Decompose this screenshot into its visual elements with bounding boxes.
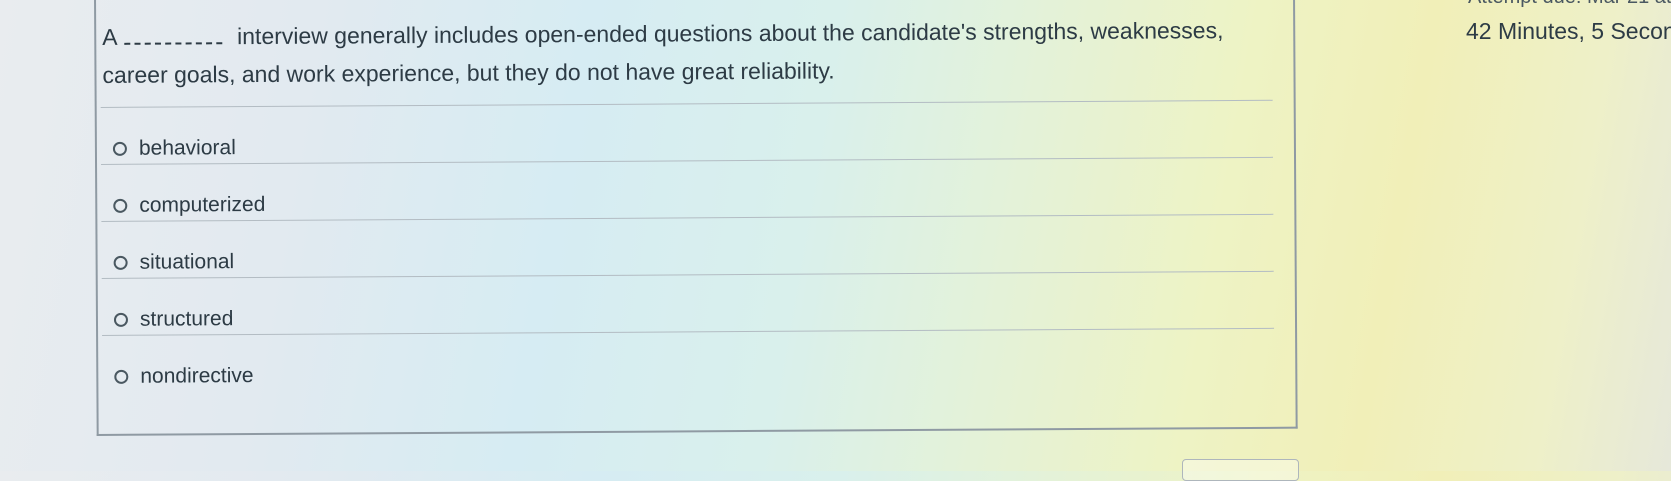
radio-button[interactable] [112,141,127,156]
radio-button[interactable] [113,312,129,327]
answer-label: behavioral [138,136,236,160]
answer-option-behavioral[interactable]: behavioral [112,133,236,164]
divider [101,213,1274,222]
fill-in-blank [124,24,223,45]
answer-label: computerized [139,192,266,217]
answer-option-computerized[interactable]: computerized [113,190,265,221]
answer-label: structured [139,307,234,331]
radio-button[interactable] [114,369,129,384]
answer-label: situational [139,250,235,274]
answer-option-nondirective[interactable]: nondirective [114,361,254,392]
answer-option-situational[interactable]: situational [113,247,235,278]
divider [102,327,1275,336]
quiz-timer: 42 Minutes, 5 Secon [1466,18,1671,44]
divider [100,99,1273,108]
question-card: A interview generally includes open-ende… [94,0,1298,436]
next-button[interactable] [1182,459,1299,481]
divider [101,156,1274,165]
question-body: interview generally includes open-ended … [102,17,1224,88]
radio-button[interactable] [113,255,128,270]
answer-label: nondirective [140,364,254,388]
radio-button[interactable] [113,198,128,213]
divider [101,270,1274,279]
question-prefix: A [102,23,117,50]
attempt-due-date: Attempt due: Mar 21 at 1 [1468,0,1671,9]
question-text: A interview generally includes open-ende… [102,11,1232,94]
answer-option-structured[interactable]: structured [113,304,234,335]
